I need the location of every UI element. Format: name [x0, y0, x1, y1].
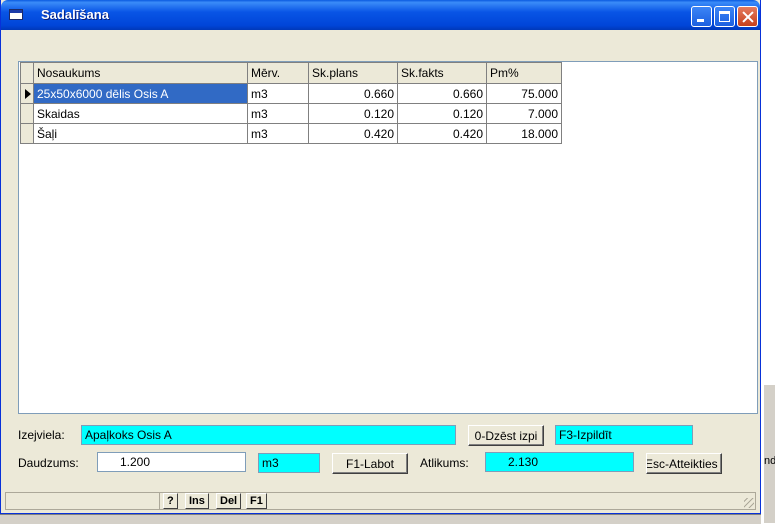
- dzest-izpildi-button[interactable]: 0-Dzēst izpi: [468, 425, 544, 446]
- sadalisana-window: Sadalīšana Nosaukums Mērv. Sk.plans Sk.f…: [0, 0, 761, 514]
- delete-key-button[interactable]: Del: [216, 493, 242, 509]
- cell-merv[interactable]: m3: [247, 103, 309, 124]
- atlikums-label: Atlikums:: [420, 456, 469, 470]
- title-bar[interactable]: Sadalīšana: [1, 0, 760, 30]
- cell-nosaukums[interactable]: Skaidas: [33, 103, 248, 124]
- close-button[interactable]: [737, 6, 758, 27]
- maximize-button[interactable]: [714, 6, 735, 27]
- maximize-icon: [719, 11, 730, 22]
- cell-sk-fakts[interactable]: 0.660: [397, 83, 487, 104]
- daudzums-field[interactable]: 1.200: [97, 452, 246, 472]
- table-row[interactable]: Šaļi m3 0.420 0.420 18.000: [20, 123, 562, 144]
- column-header-sk-fakts[interactable]: Sk.fakts: [397, 62, 487, 84]
- f1-key-button[interactable]: F1: [246, 493, 267, 509]
- grid-header-row: Nosaukums Mērv. Sk.plans Sk.fakts Pm%: [20, 62, 562, 84]
- table-row[interactable]: 25x50x6000 dēlis Osis A m3 0.660 0.660 7…: [20, 83, 562, 104]
- row-indicator[interactable]: [20, 83, 34, 104]
- cell-pm[interactable]: 7.000: [486, 103, 562, 124]
- row-indicator[interactable]: [20, 103, 34, 124]
- background-window: nd: [761, 0, 775, 523]
- daudzums-label: Daudzums:: [18, 456, 79, 470]
- column-header-pm[interactable]: Pm%: [486, 62, 562, 84]
- cell-nosaukums[interactable]: 25x50x6000 dēlis Osis A: [33, 83, 248, 104]
- izejviela-label: Izejviela:: [18, 428, 65, 442]
- status-divider: [159, 493, 160, 509]
- insert-key-button[interactable]: Ins: [185, 493, 209, 509]
- minimize-button[interactable]: [691, 6, 712, 27]
- cell-sk-plans[interactable]: 0.660: [308, 83, 398, 104]
- atlikums-field: 2.130: [485, 452, 634, 472]
- cell-pm[interactable]: 18.000: [486, 123, 562, 144]
- cell-sk-fakts[interactable]: 0.120: [397, 103, 487, 124]
- table-row[interactable]: Skaidas m3 0.120 0.120 7.000: [20, 103, 562, 124]
- resize-grip-icon[interactable]: [744, 498, 754, 508]
- data-grid[interactable]: Nosaukums Mērv. Sk.plans Sk.fakts Pm% 25…: [18, 61, 758, 414]
- izpildit-field[interactable]: F3-Izpildīt: [555, 425, 693, 445]
- window-icon[interactable]: [9, 9, 23, 20]
- labot-button[interactable]: F1-Labot: [332, 453, 408, 474]
- cell-merv[interactable]: m3: [247, 123, 309, 144]
- cell-merv[interactable]: m3: [247, 83, 309, 104]
- grid-corner: [20, 62, 34, 84]
- current-row-arrow-icon: [25, 89, 31, 99]
- minimize-icon: [697, 19, 704, 22]
- cell-pm[interactable]: 75.000: [486, 83, 562, 104]
- cell-sk-fakts[interactable]: 0.420: [397, 123, 487, 144]
- row-indicator[interactable]: [20, 123, 34, 144]
- window-title: Sadalīšana: [41, 7, 109, 22]
- atteikties-button[interactable]: Esc-Atteikties: [646, 453, 722, 474]
- izejviela-field[interactable]: Apaļkoks Osis A: [81, 425, 456, 445]
- help-key-button[interactable]: ?: [163, 493, 178, 509]
- unit-field[interactable]: m3: [258, 453, 320, 473]
- background-text-fragment: nd: [764, 455, 775, 467]
- cell-nosaukums[interactable]: Šaļi: [33, 123, 248, 144]
- column-header-sk-plans[interactable]: Sk.plans: [308, 62, 398, 84]
- grid-table: Nosaukums Mērv. Sk.plans Sk.fakts Pm% 25…: [20, 62, 562, 144]
- cell-sk-plans[interactable]: 0.420: [308, 123, 398, 144]
- column-header-merv[interactable]: Mērv.: [247, 62, 309, 84]
- column-header-nosaukums[interactable]: Nosaukums: [33, 62, 248, 84]
- background-window-strip: [764, 385, 775, 523]
- cell-sk-plans[interactable]: 0.120: [308, 103, 398, 124]
- status-bar: ? Ins Del F1: [5, 492, 756, 510]
